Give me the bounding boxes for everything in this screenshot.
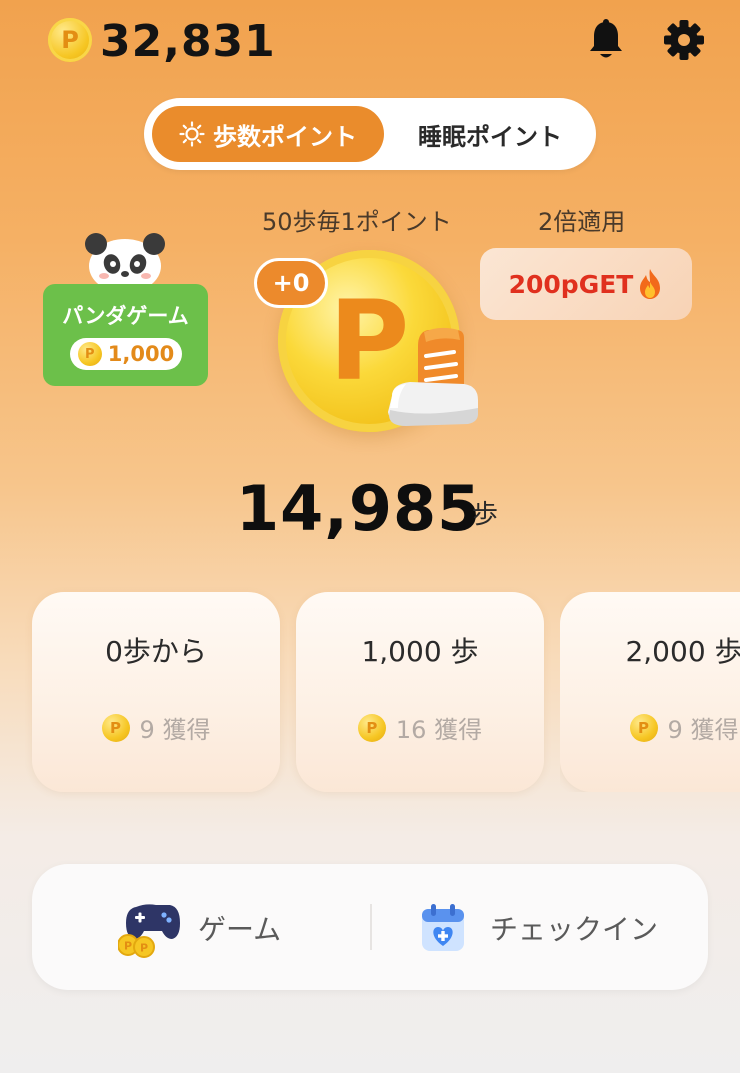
- milestone-label: 2,000 歩: [625, 635, 740, 668]
- tab-sleep-points-label: 睡眠ポイント: [418, 122, 562, 151]
- step-count: 14,985: [236, 472, 482, 545]
- divider: [370, 904, 372, 950]
- bell-icon[interactable]: [584, 18, 628, 62]
- milestone-card[interactable]: 0歩から P 9 獲得: [32, 592, 280, 792]
- svg-text:P: P: [140, 942, 148, 955]
- milestone-card[interactable]: 2,000 歩 P 9 獲得: [560, 592, 740, 792]
- checkin-button[interactable]: チェックイン: [418, 896, 658, 960]
- panda-game-points-value: 1,000: [107, 342, 175, 366]
- milestone-reward: P 9 獲得: [560, 710, 740, 745]
- bonus-get-badge[interactable]: 200pGET: [480, 248, 692, 320]
- sneaker-icon: [384, 322, 484, 444]
- fire-icon: [637, 268, 663, 300]
- bonus-get-label: 200pGET: [508, 269, 634, 299]
- tab-step-points[interactable]: 歩数ポイント: [152, 106, 384, 162]
- panda-game-title: パンダゲーム: [62, 304, 189, 328]
- checkin-button-label: チェックイン: [490, 913, 659, 946]
- panda-game-points: P 1,000: [70, 338, 182, 370]
- gamepad-icon: P P: [118, 897, 184, 959]
- coin-icon: P: [101, 713, 130, 742]
- coin-icon: P: [357, 713, 386, 742]
- point-balance: 32,831: [100, 16, 276, 67]
- calendar-heart-icon: [418, 901, 468, 955]
- coin-symbol: P: [366, 718, 378, 737]
- game-button[interactable]: P P ゲーム: [118, 896, 281, 960]
- point-rate-text: 50歩毎1ポイント: [262, 208, 452, 236]
- milestone-reward-text: 9 獲得: [667, 716, 739, 744]
- milestone-reward: P 16 獲得: [296, 710, 544, 745]
- gear-icon[interactable]: [662, 18, 706, 62]
- multiplier-text: 2倍適用: [538, 208, 626, 236]
- game-button-label: ゲーム: [198, 913, 282, 946]
- coin-symbol: P: [638, 718, 650, 737]
- milestone-card[interactable]: 1,000 歩 P 16 獲得: [296, 592, 544, 792]
- svg-text:P: P: [124, 940, 132, 953]
- coin-icon: P: [48, 18, 92, 62]
- milestone-label: 0歩から: [105, 635, 207, 668]
- milestone-reward-text: 9 獲得: [139, 716, 211, 744]
- step-unit: 歩: [472, 500, 499, 530]
- coin-symbol: P: [110, 718, 122, 737]
- tab-sleep-points[interactable]: 睡眠ポイント: [390, 106, 590, 162]
- coin-symbol: P: [61, 26, 79, 54]
- milestone-reward-text: 16 獲得: [395, 716, 483, 744]
- milestone-card-clip: 2,000 歩 P 9 獲得: [560, 592, 740, 792]
- coin-symbol: P: [85, 346, 95, 362]
- gain-badge: +0: [254, 258, 328, 308]
- milestone-reward: P 9 獲得: [32, 710, 280, 745]
- coin-icon: P: [77, 342, 102, 366]
- tab-step-points-label: 歩数ポイント: [213, 122, 357, 151]
- sun-icon: [179, 121, 205, 147]
- milestone-label: 1,000 歩: [361, 635, 479, 668]
- coin-icon: P: [629, 713, 658, 742]
